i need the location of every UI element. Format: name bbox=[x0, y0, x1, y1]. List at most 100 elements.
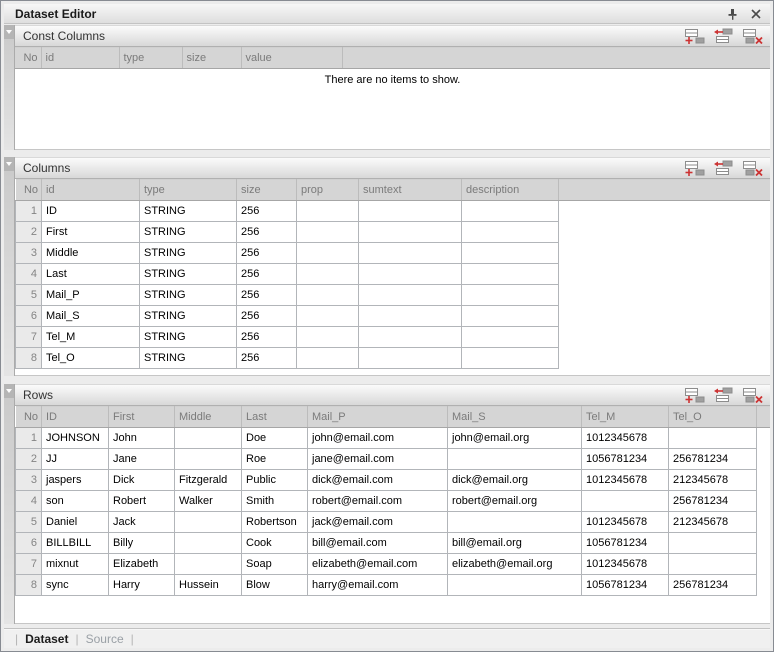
cell[interactable]: Tel_O bbox=[42, 348, 140, 369]
cell[interactable] bbox=[297, 285, 359, 306]
table-row[interactable]: 7Tel_MSTRING256 bbox=[16, 327, 771, 348]
cell[interactable] bbox=[359, 348, 462, 369]
insert-row-icon[interactable] bbox=[713, 28, 735, 44]
cell[interactable]: STRING bbox=[140, 243, 237, 264]
column-header-sumtext[interactable]: sumtext bbox=[359, 180, 462, 201]
row-number[interactable]: 3 bbox=[16, 470, 42, 491]
table-row[interactable]: 1JOHNSONJohnDoejohn@email.comjohn@email.… bbox=[16, 428, 771, 449]
cell[interactable]: BILLBILL bbox=[42, 533, 109, 554]
column-header-no[interactable]: No bbox=[16, 180, 42, 201]
table-row[interactable]: 8syncHarryHusseinBlowharry@email.com1056… bbox=[16, 575, 771, 596]
column-header-mail_p[interactable]: Mail_P bbox=[308, 407, 448, 428]
column-header-value[interactable]: value bbox=[241, 48, 342, 69]
cell[interactable] bbox=[669, 554, 757, 575]
column-header-size[interactable]: size bbox=[237, 180, 297, 201]
table-row[interactable]: 8Tel_OSTRING256 bbox=[16, 348, 771, 369]
chevron-down-icon[interactable] bbox=[4, 25, 14, 39]
cell[interactable]: Tel_M bbox=[42, 327, 140, 348]
insert-row-icon[interactable] bbox=[713, 387, 735, 403]
collapse-gutter[interactable] bbox=[4, 157, 15, 376]
row-number[interactable]: 7 bbox=[16, 327, 42, 348]
table-row[interactable]: 5Mail_PSTRING256 bbox=[16, 285, 771, 306]
cell[interactable] bbox=[462, 201, 559, 222]
column-header-tel_o[interactable]: Tel_O bbox=[669, 407, 757, 428]
cell[interactable] bbox=[359, 306, 462, 327]
column-header-type[interactable]: type bbox=[140, 180, 237, 201]
cell[interactable]: 256 bbox=[237, 201, 297, 222]
cell[interactable] bbox=[175, 554, 242, 575]
column-header-description[interactable]: description bbox=[462, 180, 559, 201]
add-row-icon[interactable] bbox=[684, 28, 706, 44]
row-number[interactable]: 5 bbox=[16, 512, 42, 533]
cell[interactable] bbox=[175, 449, 242, 470]
cell[interactable] bbox=[359, 201, 462, 222]
cell[interactable]: john@email.org bbox=[448, 428, 582, 449]
table-row[interactable]: 4LastSTRING256 bbox=[16, 264, 771, 285]
cell[interactable]: Public bbox=[242, 470, 308, 491]
cell[interactable]: 1056781234 bbox=[582, 533, 669, 554]
cell[interactable]: 1012345678 bbox=[582, 470, 669, 491]
cell[interactable]: Dick bbox=[109, 470, 175, 491]
column-header-no[interactable]: No bbox=[15, 48, 41, 69]
column-header-mail_s[interactable]: Mail_S bbox=[448, 407, 582, 428]
cell[interactable] bbox=[297, 348, 359, 369]
cell[interactable]: STRING bbox=[140, 327, 237, 348]
collapse-gutter[interactable] bbox=[4, 384, 15, 624]
column-header-id[interactable]: id bbox=[42, 180, 140, 201]
row-number[interactable]: 8 bbox=[16, 348, 42, 369]
cell[interactable]: Elizabeth bbox=[109, 554, 175, 575]
cell[interactable] bbox=[297, 201, 359, 222]
cell[interactable] bbox=[175, 428, 242, 449]
cell[interactable]: Roe bbox=[242, 449, 308, 470]
insert-row-icon[interactable] bbox=[713, 160, 735, 176]
cell[interactable] bbox=[582, 491, 669, 512]
cell[interactable] bbox=[359, 327, 462, 348]
cell[interactable]: Harry bbox=[109, 575, 175, 596]
column-header-id[interactable]: ID bbox=[42, 407, 109, 428]
cell[interactable]: Daniel bbox=[42, 512, 109, 533]
cell[interactable]: 256 bbox=[237, 222, 297, 243]
cell[interactable]: Billy bbox=[109, 533, 175, 554]
cell[interactable]: jaspers bbox=[42, 470, 109, 491]
cell[interactable]: 256 bbox=[237, 306, 297, 327]
pin-icon[interactable] bbox=[724, 7, 740, 21]
cell[interactable]: 1012345678 bbox=[582, 428, 669, 449]
cell[interactable]: 256 bbox=[237, 327, 297, 348]
cell[interactable]: Blow bbox=[242, 575, 308, 596]
column-header-middle[interactable]: Middle bbox=[175, 407, 242, 428]
cell[interactable]: jane@email.com bbox=[308, 449, 448, 470]
cell[interactable]: JJ bbox=[42, 449, 109, 470]
table-row[interactable]: 6BILLBILLBillyCookbill@email.combill@ema… bbox=[16, 533, 771, 554]
column-header-prop[interactable]: prop bbox=[297, 180, 359, 201]
cell[interactable] bbox=[297, 243, 359, 264]
cell[interactable]: bill@email.com bbox=[308, 533, 448, 554]
column-header-size[interactable]: size bbox=[182, 48, 241, 69]
cell[interactable]: 1012345678 bbox=[582, 554, 669, 575]
cell[interactable]: sync bbox=[42, 575, 109, 596]
column-header-id[interactable]: id bbox=[41, 48, 119, 69]
cell[interactable]: Jane bbox=[109, 449, 175, 470]
cell[interactable]: Robertson bbox=[242, 512, 308, 533]
cell[interactable] bbox=[448, 575, 582, 596]
row-number[interactable]: 2 bbox=[16, 222, 42, 243]
cell[interactable] bbox=[359, 222, 462, 243]
cell[interactable] bbox=[297, 264, 359, 285]
add-row-icon[interactable] bbox=[684, 160, 706, 176]
cell[interactable]: elizabeth@email.com bbox=[308, 554, 448, 575]
table-row[interactable]: 6Mail_SSTRING256 bbox=[16, 306, 771, 327]
column-header-last[interactable]: Last bbox=[242, 407, 308, 428]
cell[interactable]: Cook bbox=[242, 533, 308, 554]
cell[interactable]: dick@email.org bbox=[448, 470, 582, 491]
column-header-first[interactable]: First bbox=[109, 407, 175, 428]
cell[interactable] bbox=[669, 533, 757, 554]
cell[interactable]: Last bbox=[42, 264, 140, 285]
cell[interactable]: elizabeth@email.org bbox=[448, 554, 582, 575]
cell[interactable]: Smith bbox=[242, 491, 308, 512]
cell[interactable] bbox=[462, 285, 559, 306]
table-row[interactable]: 3MiddleSTRING256 bbox=[16, 243, 771, 264]
cell[interactable] bbox=[175, 533, 242, 554]
row-number[interactable]: 6 bbox=[16, 306, 42, 327]
table-row[interactable]: 2FirstSTRING256 bbox=[16, 222, 771, 243]
cell[interactable]: First bbox=[42, 222, 140, 243]
row-number[interactable]: 4 bbox=[16, 491, 42, 512]
